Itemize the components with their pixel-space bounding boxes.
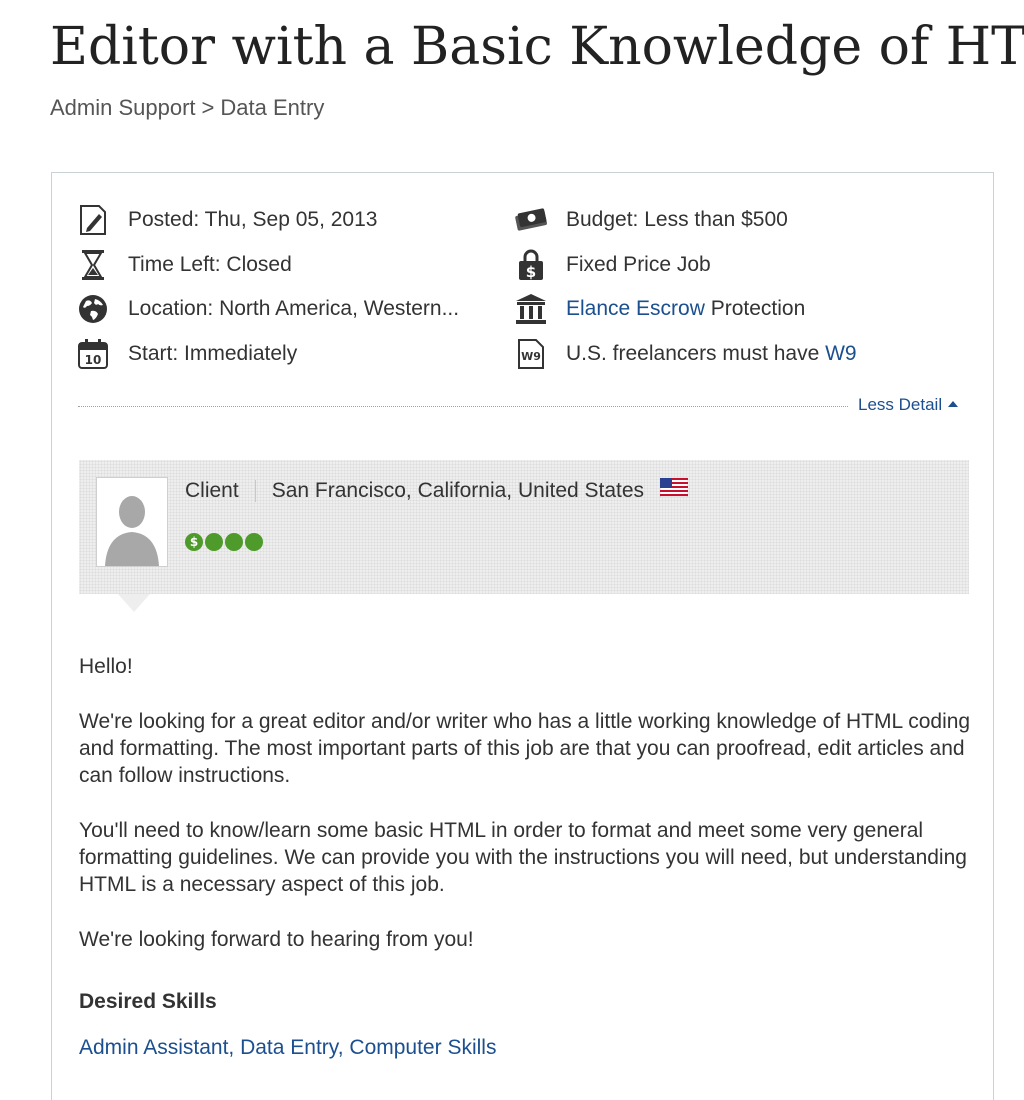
client-line: Client San Francisco, California, United… bbox=[185, 477, 689, 503]
job-page: Editor with a Basic Knowledge of HTML Ad… bbox=[0, 0, 1024, 1100]
client-location: San Francisco, California, United States bbox=[271, 478, 645, 502]
w9-icon-label: W9 bbox=[521, 350, 541, 363]
job-type-item: $ Fixed Price Job bbox=[514, 248, 711, 282]
default-avatar-icon bbox=[97, 478, 167, 566]
skill-link[interactable]: Data Entry bbox=[240, 1036, 338, 1059]
skill-separator: , bbox=[337, 1036, 350, 1059]
rating-dot-icon bbox=[205, 533, 223, 551]
rating-dot-icon bbox=[245, 533, 263, 551]
w9-link[interactable]: W9 bbox=[825, 342, 857, 365]
description-greeting: Hello! bbox=[79, 655, 133, 678]
calendar-day-label: 10 bbox=[85, 353, 102, 367]
page-title: Editor with a Basic Knowledge of HTML bbox=[50, 17, 1024, 77]
w9-text: U.S. freelancers must have bbox=[566, 342, 826, 365]
posted-date-item: Posted: Thu, Sep 05, 2013 bbox=[76, 203, 377, 237]
w9-icon: W9 bbox=[514, 337, 548, 371]
calendar-icon: 10 bbox=[76, 337, 110, 371]
svg-text:$: $ bbox=[526, 263, 536, 281]
time-left-item: Time Left: Closed bbox=[76, 248, 292, 282]
client-divider bbox=[254, 479, 256, 502]
description-paragraph-2: You'll need to know/learn some basic HTM… bbox=[79, 819, 967, 896]
skill-link[interactable]: Admin Assistant bbox=[79, 1036, 228, 1059]
budget-text: Budget: Less than $500 bbox=[566, 208, 788, 231]
w9-item: W9 U.S. freelancers must have W9 bbox=[514, 337, 857, 371]
posted-date-text: Posted: Thu, Sep 05, 2013 bbox=[128, 208, 378, 231]
description-closing: We're looking forward to hearing from yo… bbox=[79, 928, 474, 951]
breadcrumb-separator: > bbox=[201, 95, 215, 120]
breadcrumb-subcategory-link[interactable]: Data Entry bbox=[220, 95, 324, 120]
pencil-paper-icon bbox=[76, 203, 110, 237]
time-left-text: Time Left: Closed bbox=[128, 253, 292, 276]
client-box-pointer bbox=[118, 594, 150, 612]
skills-heading: Desired Skills bbox=[79, 990, 217, 1013]
breadcrumb-category-link[interactable]: Admin Support bbox=[50, 95, 196, 120]
globe-icon bbox=[76, 292, 110, 326]
skill-link[interactable]: Computer Skills bbox=[349, 1036, 496, 1059]
start-item: 10 Start: Immediately bbox=[76, 337, 297, 371]
detail-divider bbox=[78, 406, 848, 407]
money-lock-icon: $ bbox=[514, 248, 548, 282]
location-item: Location: North America, Western... bbox=[76, 292, 459, 326]
budget-item: Budget: Less than $500 bbox=[514, 203, 788, 237]
money-icon bbox=[514, 203, 548, 237]
job-description: Hello! We're looking for a great editor … bbox=[79, 653, 979, 981]
hourglass-icon bbox=[76, 248, 110, 282]
client-label: Client bbox=[185, 478, 239, 502]
breadcrumb: Admin Support > Data Entry bbox=[50, 94, 324, 122]
skills-list: Admin Assistant, Data Entry, Computer Sk… bbox=[79, 1036, 496, 1060]
us-flag-icon bbox=[659, 477, 689, 503]
description-paragraph-1: We're looking for a great editor and/or … bbox=[79, 710, 971, 787]
start-text: Start: Immediately bbox=[128, 342, 298, 365]
escrow-link[interactable]: Elance Escrow bbox=[566, 297, 705, 320]
rating-dollar-icon: $ bbox=[185, 533, 203, 551]
escrow-item: Elance Escrow Protection bbox=[514, 292, 805, 326]
rating-dot-icon bbox=[225, 533, 243, 551]
less-detail-label: Less Detail bbox=[858, 395, 943, 414]
job-details-panel: Posted: Thu, Sep 05, 2013 Time Left: Clo… bbox=[51, 172, 994, 1100]
skill-separator: , bbox=[228, 1036, 241, 1059]
escrow-text: Protection bbox=[704, 297, 806, 320]
avatar bbox=[96, 477, 168, 567]
less-detail-toggle[interactable]: Less Detail bbox=[858, 395, 959, 415]
job-type-text: Fixed Price Job bbox=[566, 253, 711, 276]
client-info-box: Client San Francisco, California, United… bbox=[79, 460, 969, 594]
bank-icon bbox=[514, 292, 548, 326]
client-rating: $ bbox=[185, 533, 265, 551]
caret-up-icon bbox=[948, 401, 959, 407]
location-text: Location: North America, Western... bbox=[128, 297, 460, 320]
